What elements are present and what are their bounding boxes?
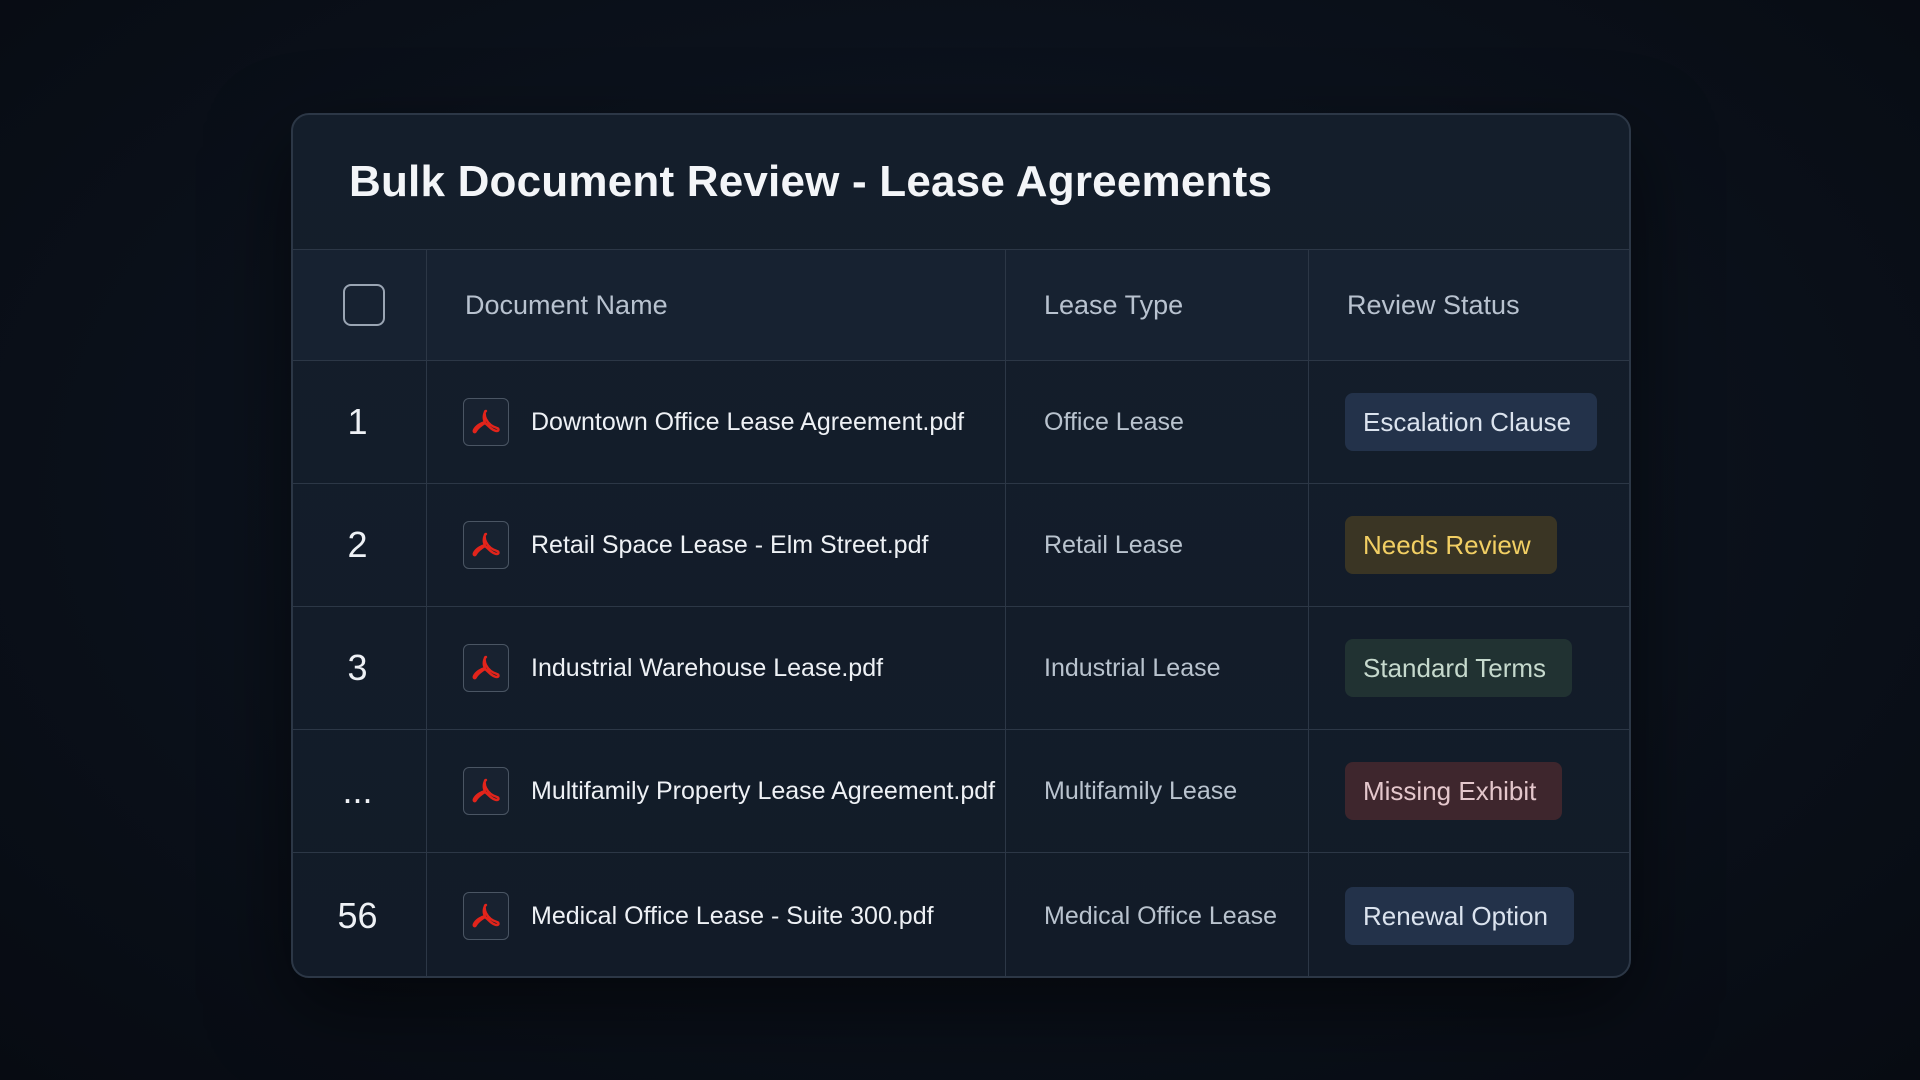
select-all-checkbox[interactable] [343,284,385,326]
pdf-icon [463,644,509,692]
row-number-cell: ... [293,730,427,853]
review-card: Bulk Document Review - Lease Agreements … [291,113,1631,978]
table-header: Document Name Lease Type Review Status [293,250,1629,361]
row-number-cell: 56 [293,853,427,976]
table-row[interactable]: 2 Retail Space Lease - Elm Street.pdf Re… [293,484,1629,607]
row-number-cell: 1 [293,361,427,484]
lease-type: Retail Lease [1044,530,1183,559]
status-badge[interactable]: Missing Exhibit [1345,762,1563,820]
row-number: 56 [337,895,378,936]
document-name: Multifamily Property Lease Agreement.pdf [531,776,996,805]
pdf-icon [463,398,509,446]
row-number-ellipsis: ... [342,770,373,811]
card-header: Bulk Document Review - Lease Agreements [293,115,1629,250]
row-number-cell: 3 [293,607,427,730]
column-label: Lease Type [1044,289,1184,320]
lease-type-cell: Office Lease [1006,361,1309,484]
lease-type: Office Lease [1044,407,1184,436]
lease-type-cell: Industrial Lease [1006,607,1309,730]
select-all-cell [293,250,427,361]
document-cell[interactable]: Medical Office Lease - Suite 300.pdf [427,853,1006,976]
pdf-icon [463,892,509,940]
table-row[interactable]: 3 Industrial Warehouse Lease.pdf Industr… [293,607,1629,730]
document-cell[interactable]: Downtown Office Lease Agreement.pdf [427,361,1006,484]
lease-type: Multifamily Lease [1044,776,1238,805]
page-title: Bulk Document Review - Lease Agreements [349,157,1273,206]
row-number-cell: 2 [293,484,427,607]
table-row[interactable]: 56 Medical Office Lease - Suite 300.pdf … [293,853,1629,976]
status-cell: Missing Exhibit [1309,730,1629,853]
lease-type: Industrial Lease [1044,653,1221,682]
document-name: Medical Office Lease - Suite 300.pdf [531,901,934,930]
status-badge[interactable]: Renewal Option [1345,887,1574,945]
status-cell: Standard Terms [1309,607,1629,730]
document-name: Retail Space Lease - Elm Street.pdf [531,530,929,559]
table-row[interactable]: 1 Downtown Office Lease Agreement.pdf Of… [293,361,1629,484]
status-badge[interactable]: Escalation Clause [1345,393,1598,451]
lease-type-cell: Multifamily Lease [1006,730,1309,853]
pdf-icon [463,767,509,815]
row-number: 2 [347,524,368,565]
lease-type-cell: Medical Office Lease [1006,853,1309,976]
status-cell: Renewal Option [1309,853,1629,976]
document-cell[interactable]: Multifamily Property Lease Agreement.pdf [427,730,1006,853]
status-badge[interactable]: Needs Review [1345,516,1557,574]
document-cell[interactable]: Industrial Warehouse Lease.pdf [427,607,1006,730]
column-label: Review Status [1347,289,1520,320]
lease-type-cell: Retail Lease [1006,484,1309,607]
status-cell: Escalation Clause [1309,361,1629,484]
document-name: Industrial Warehouse Lease.pdf [531,653,884,682]
status-cell: Needs Review [1309,484,1629,607]
document-cell[interactable]: Retail Space Lease - Elm Street.pdf [427,484,1006,607]
column-label: Document Name [465,289,668,320]
column-header-lease-type[interactable]: Lease Type [1006,250,1309,361]
column-header-review-status[interactable]: Review Status [1309,250,1629,361]
table-row[interactable]: ... Multifamily Property Lease Agreement… [293,730,1629,853]
lease-type: Medical Office Lease [1044,901,1277,930]
status-badge[interactable]: Standard Terms [1345,639,1573,697]
row-number: 1 [347,401,368,442]
document-name: Downtown Office Lease Agreement.pdf [531,407,965,436]
column-header-document-name[interactable]: Document Name [427,250,1006,361]
row-number: 3 [347,647,368,688]
pdf-icon [463,521,509,569]
